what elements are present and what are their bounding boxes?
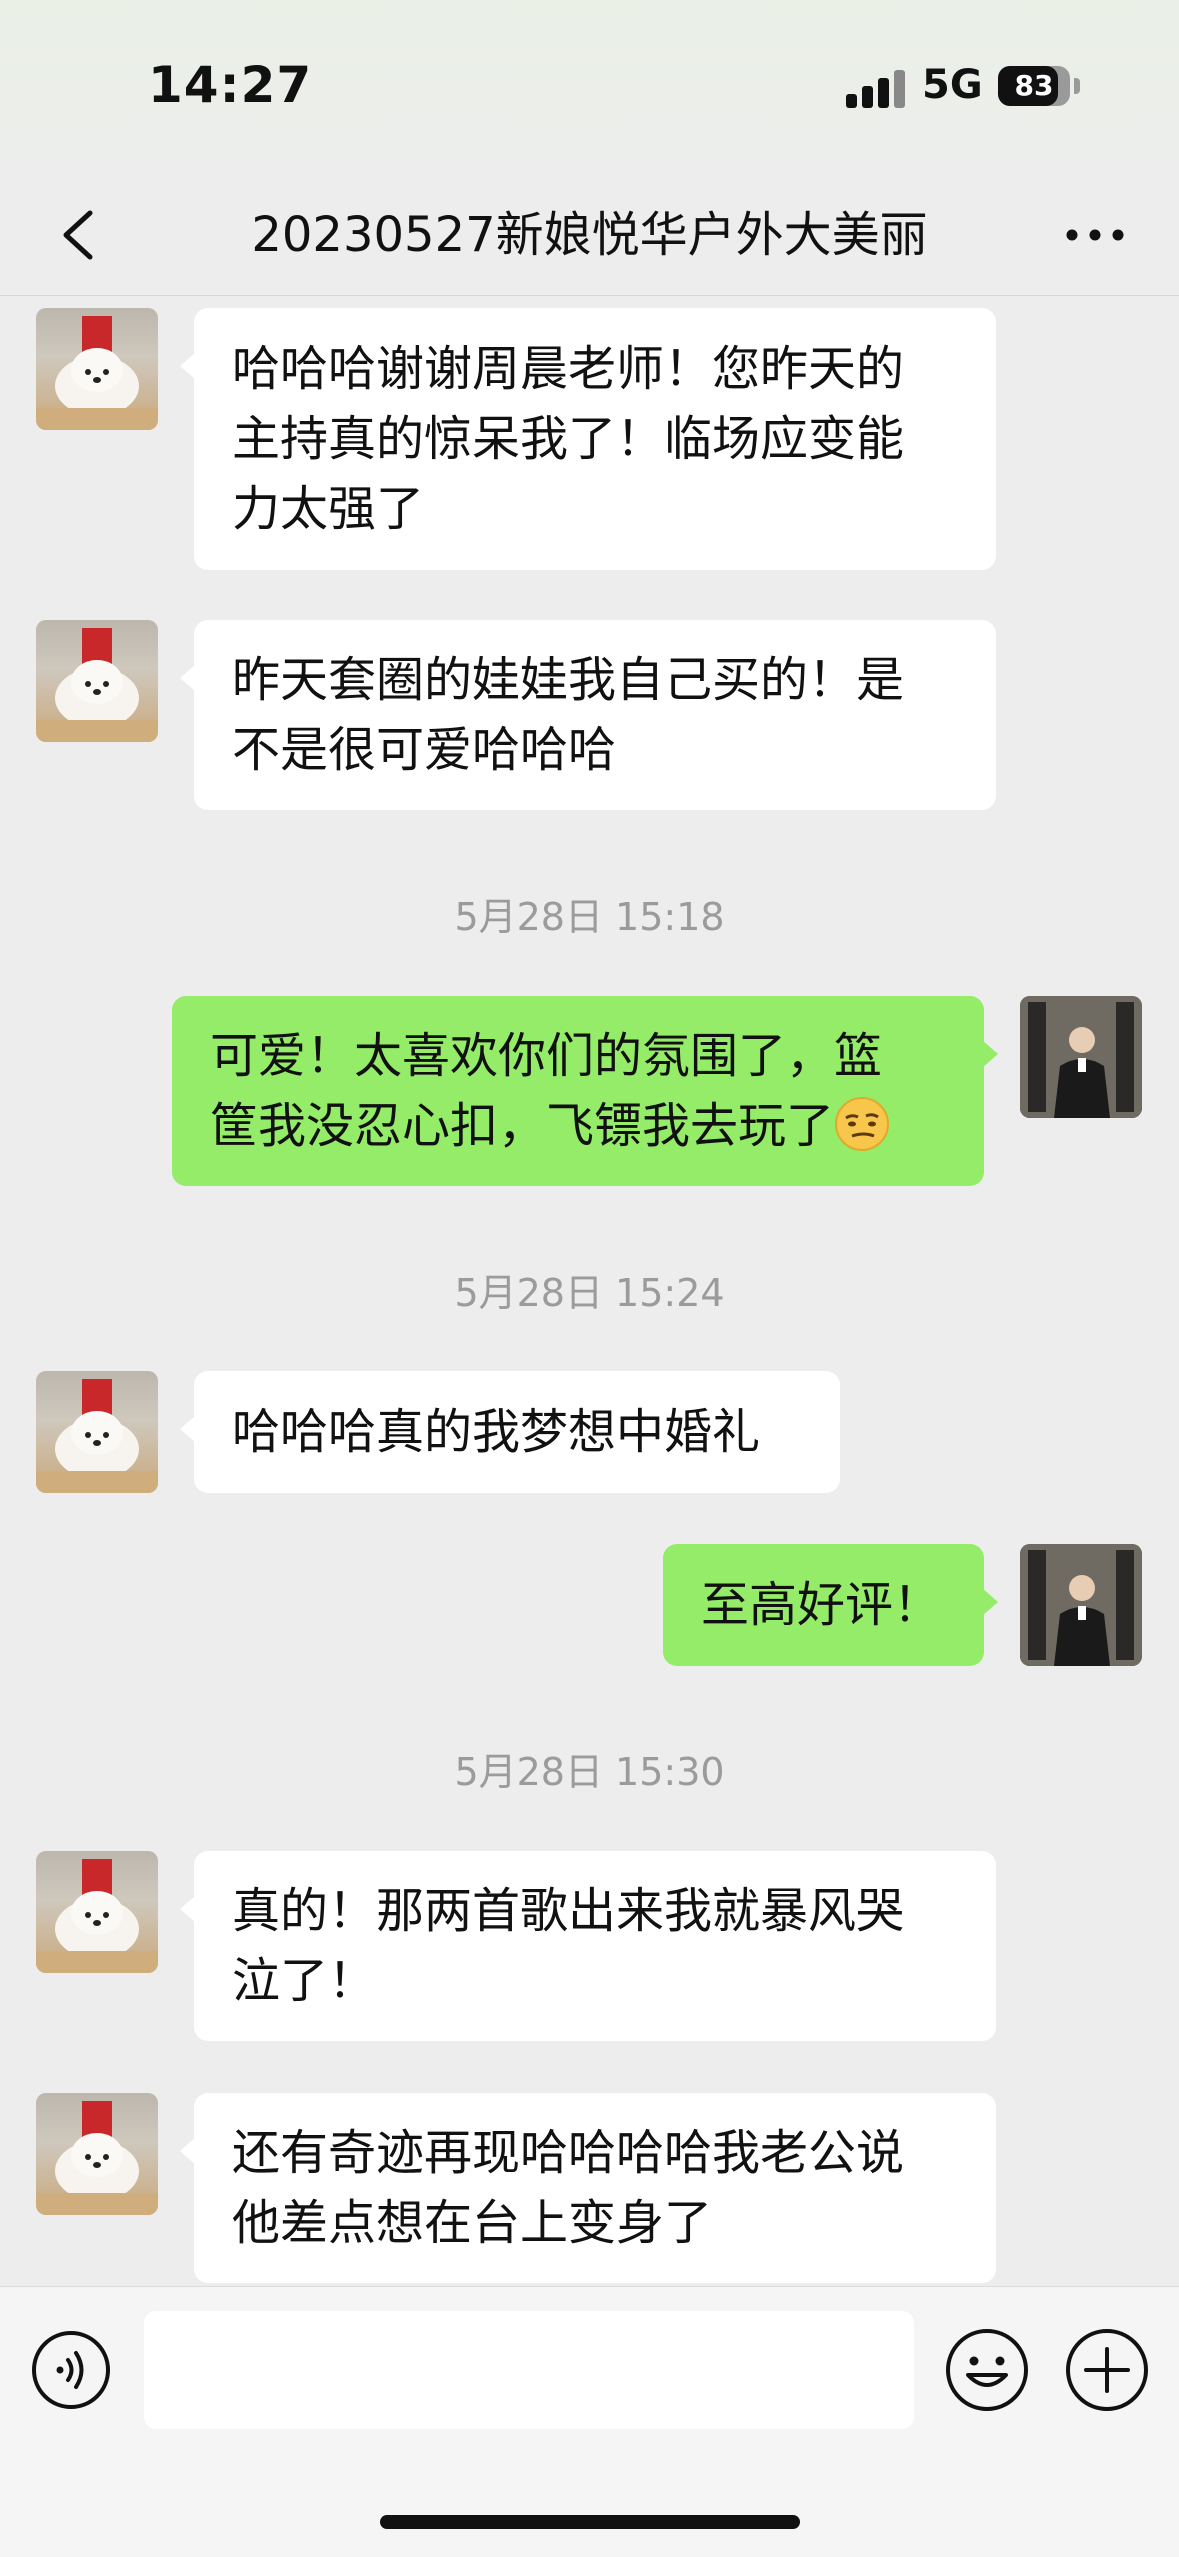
chat-title: 20230527新娘悦华户外大美丽 [251,207,928,263]
puppy-avatar-icon [36,2101,158,2215]
message-bubble[interactable]: 真的！那两首歌出来我就暴风哭 泣了！ [180,1851,996,2041]
avatar[interactable] [36,308,158,430]
home-indicator[interactable] [380,2515,800,2529]
timestamp: 5月28日 15:30 [454,1750,725,1794]
message-bubble[interactable]: 昨天套圈的娃娃我自己买的！是 不是很可爱哈哈哈 [180,620,996,810]
plus-icon[interactable] [1064,2327,1150,2413]
message-line: 昨天套圈的娃娃我自己买的！是 [232,652,905,708]
message-line: 力太强了 [232,481,425,537]
message-line: 真的！那两首歌出来我就暴风哭 [232,1883,905,1939]
message-line: 他差点想在台上变身了 [232,2195,713,2251]
timestamp: 5月28日 15:24 [454,1271,725,1315]
person-avatar-icon [1020,1544,1142,1666]
message-line: 哈哈哈谢谢周晨老师！您昨天的 [232,341,905,397]
cellular-signal-icon [846,70,906,108]
message-bubble-sent[interactable]: 可爱！太喜欢你们的氛围了，篮 筐我没忍心扣，飞镖我去玩了 [172,996,998,1186]
chat-header: 20230527新娘悦华户外大美丽 [0,175,1179,296]
status-time: 14:27 [148,56,313,114]
message-list[interactable]: 哈哈哈谢谢周晨老师！您昨天的 主持真的惊呆我了！临场应变能 力太强了 昨天套圈的… [0,296,1179,2286]
message-bubble[interactable]: 哈哈哈真的我梦想中婚礼 [180,1371,840,1493]
message-line: 还有奇迹再现哈哈哈哈我老公说 [232,2125,905,2181]
smirk-emoji-icon [835,1097,890,1151]
message-line: 至高好评！ [701,1577,942,1633]
message-line: 泣了！ [232,1953,377,2009]
message-line: 哈哈哈真的我梦想中婚礼 [232,1404,761,1460]
puppy-avatar-icon [36,316,158,430]
message-line: 可爱！太喜欢你们的氛围了，篮 [210,1028,883,1084]
avatar[interactable] [36,2093,158,2215]
message-line: 不是很可爱哈哈哈 [232,722,617,778]
message-bubble-sent[interactable]: 至高好评！ [663,1544,998,1666]
avatar[interactable] [36,1371,158,1493]
message-input[interactable] [144,2311,914,2429]
message-line: 主持真的惊呆我了！临场应变能 [232,411,905,467]
message-line: 筐我没忍心扣，飞镖我去玩了 [210,1091,946,1161]
avatar[interactable] [36,620,158,742]
message-bubble[interactable]: 还有奇迹再现哈哈哈哈我老公说 他差点想在台上变身了 [180,2093,996,2283]
timestamp: 5月28日 15:18 [454,895,725,939]
emoji-icon[interactable] [944,2327,1030,2413]
avatar-self[interactable] [1020,1544,1142,1666]
voice-icon[interactable] [30,2329,112,2411]
avatar[interactable] [36,1851,158,1973]
message-bubble[interactable]: 哈哈哈谢谢周晨老师！您昨天的 主持真的惊呆我了！临场应变能 力太强了 [180,308,996,570]
battery-icon: 83 [998,66,1070,106]
puppy-avatar-icon [36,1379,158,1493]
puppy-avatar-icon [36,1859,158,1973]
battery-tip [1074,78,1080,94]
network-type: 5G [922,62,983,108]
status-bar: 14:27 5G 83 [0,0,1179,175]
avatar-self[interactable] [1020,996,1142,1118]
puppy-avatar-icon [36,628,158,742]
person-avatar-icon [1020,996,1142,1118]
battery-level: 83 [1014,69,1054,102]
more-dots-icon[interactable] [1060,205,1130,265]
chevron-left-icon[interactable] [50,205,110,265]
